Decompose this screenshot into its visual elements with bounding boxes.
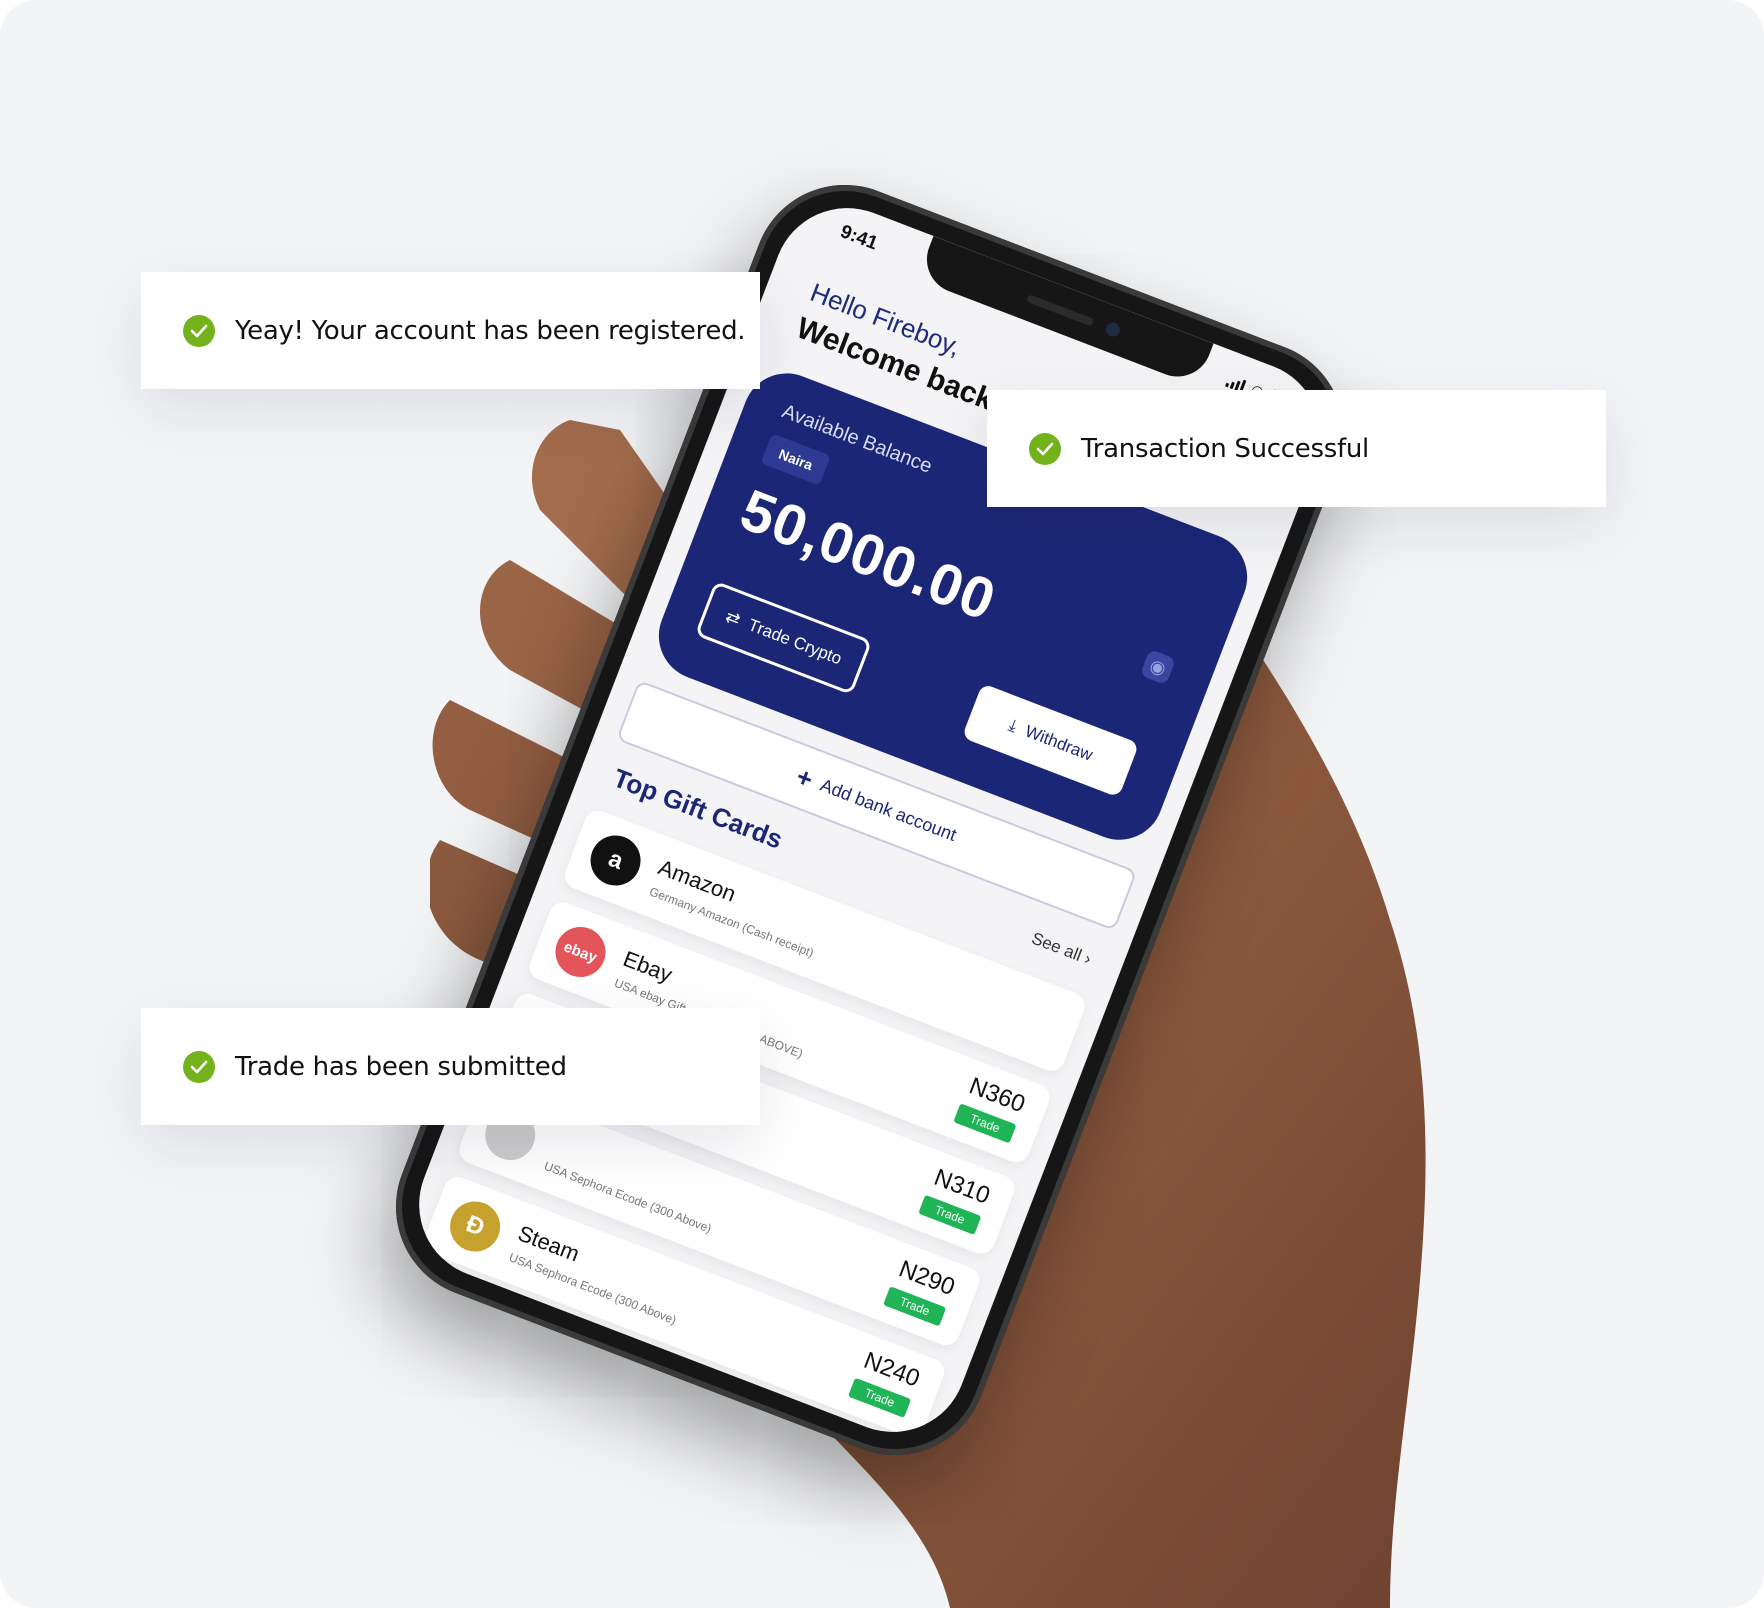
check-icon bbox=[1029, 432, 1061, 465]
toast-text: Transaction Successful bbox=[1081, 433, 1369, 464]
add-bank-label: Add bank account bbox=[817, 774, 960, 845]
withdraw-icon: ⤓ bbox=[1006, 715, 1020, 736]
toast-text: Yeay! Your account has been registered. bbox=[235, 315, 746, 346]
camera-icon bbox=[1103, 320, 1122, 339]
check-icon bbox=[183, 1050, 215, 1083]
gift-card-logo-icon: Ð bbox=[442, 1194, 508, 1259]
plus-icon: + bbox=[792, 760, 818, 795]
toast-transaction-successful: Transaction Successful bbox=[987, 390, 1606, 507]
toast-account-registered: Yeay! Your account has been registered. bbox=[141, 272, 760, 389]
withdraw-label: Withdraw bbox=[1022, 721, 1096, 765]
trade-crypto-icon: ⇄ bbox=[722, 606, 744, 630]
gift-card-logo-icon: a bbox=[583, 828, 648, 893]
withdraw-button[interactable]: ⤓ Withdraw bbox=[961, 683, 1140, 798]
trade-crypto-label: Trade Crypto bbox=[745, 615, 845, 669]
check-icon bbox=[183, 314, 215, 347]
visibility-toggle-icon[interactable]: ◉ bbox=[1139, 648, 1177, 686]
see-all-link[interactable]: See all › bbox=[1029, 928, 1094, 969]
trade-crypto-button[interactable]: ⇄ Trade Crypto bbox=[694, 580, 873, 696]
background-canvas: 9:41 ◠ Hello Fireboy, Welcome back Avail… bbox=[0, 0, 1764, 1608]
toast-text: Trade has been submitted bbox=[235, 1051, 567, 1082]
currency-badge[interactable]: Naira bbox=[760, 433, 831, 486]
status-time: 9:41 bbox=[837, 221, 881, 255]
toast-trade-submitted: Trade has been submitted bbox=[141, 1008, 760, 1125]
gift-card-logo-icon: ebay bbox=[548, 919, 613, 985]
